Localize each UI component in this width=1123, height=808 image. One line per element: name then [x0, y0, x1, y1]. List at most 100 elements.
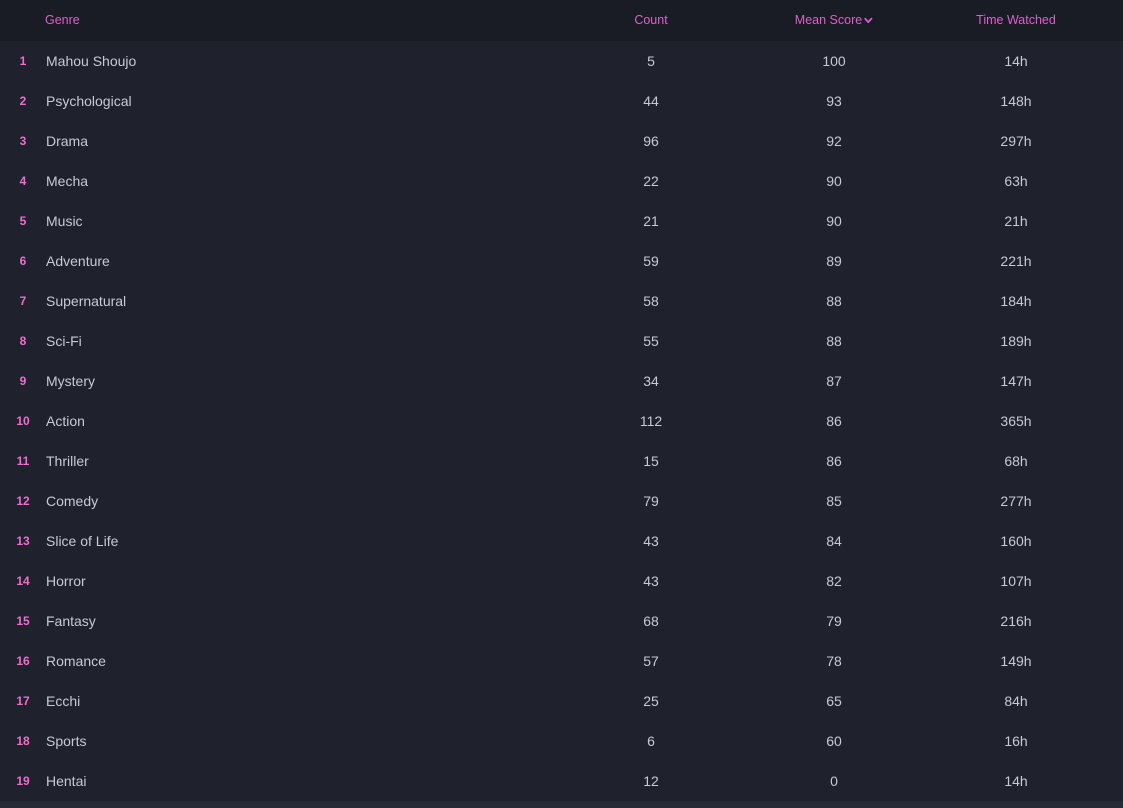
table-row[interactable]: 11 Thriller 15 86 68h — [0, 441, 1123, 481]
time-watched-value: 189h — [1000, 333, 1032, 349]
genre-name: Comedy — [46, 493, 99, 509]
rank-number: 17 — [16, 694, 30, 708]
rank-number: 13 — [16, 534, 30, 548]
table-row[interactable]: 18 Sports 6 60 16h — [0, 721, 1123, 761]
time-watched-value: 148h — [1000, 93, 1032, 109]
mean-score-value: 90 — [826, 173, 842, 189]
time-watched-value: 216h — [1000, 613, 1032, 629]
table-row[interactable]: 14 Horror 43 82 107h — [0, 561, 1123, 601]
table-row[interactable]: 19 Hentai 12 0 14h — [0, 761, 1123, 801]
count-value: 6 — [647, 733, 655, 749]
genre-name: Romance — [46, 653, 106, 669]
rank-number: 1 — [19, 54, 27, 68]
table-row[interactable]: 17 Ecchi 25 65 84h — [0, 681, 1123, 721]
table-row[interactable]: 2 Psychological 44 93 148h — [0, 81, 1123, 121]
genre-name: Adventure — [46, 253, 110, 269]
count-value: 5 — [647, 53, 655, 69]
rank-number: 5 — [19, 214, 27, 228]
count-value: 68 — [643, 613, 659, 629]
rank-number: 14 — [16, 574, 30, 588]
genre-name: Sci-Fi — [46, 333, 82, 349]
time-watched-value: 184h — [1000, 293, 1032, 309]
rank-number: 4 — [19, 174, 27, 188]
mean-score-value: 79 — [826, 613, 842, 629]
rank-number: 10 — [16, 414, 30, 428]
count-value: 112 — [639, 413, 663, 429]
table-row[interactable]: 8 Sci-Fi 55 88 189h — [0, 321, 1123, 361]
table-footer-divider — [0, 801, 1123, 808]
mean-score-value: 87 — [826, 373, 842, 389]
count-value: 34 — [643, 373, 659, 389]
rank-number: 12 — [16, 494, 30, 508]
mean-score-value: 60 — [826, 733, 842, 749]
count-value: 59 — [643, 253, 659, 269]
genre-name: Supernatural — [46, 293, 127, 309]
time-watched-value: 297h — [1000, 133, 1032, 149]
rank-number: 15 — [16, 614, 30, 628]
time-watched-value: 277h — [1000, 493, 1032, 509]
table-row[interactable]: 10 Action 112 86 365h — [0, 401, 1123, 441]
genre-name: Sports — [46, 733, 87, 749]
time-watched-value: 84h — [1004, 693, 1028, 709]
count-value: 25 — [643, 693, 659, 709]
column-header-time-watched[interactable]: Time Watched — [976, 0, 1056, 41]
rank-number: 8 — [19, 334, 27, 348]
count-value: 44 — [643, 93, 659, 109]
table-row[interactable]: 6 Adventure 59 89 221h — [0, 241, 1123, 281]
genre-stats-table: Genre Count Mean Score Time Watched 1 Mah… — [0, 0, 1123, 808]
column-header-mean-score[interactable]: Mean Score — [795, 0, 873, 41]
rank-number: 18 — [16, 734, 30, 748]
chevron-down-icon — [864, 17, 873, 24]
mean-score-value: 0 — [830, 773, 838, 789]
genre-name: Mahou Shoujo — [46, 53, 137, 69]
table-row[interactable]: 3 Drama 96 92 297h — [0, 121, 1123, 161]
table-row[interactable]: 1 Mahou Shoujo 5 100 14h — [0, 41, 1123, 81]
time-watched-value: 14h — [1004, 53, 1028, 69]
genre-name: Ecchi — [46, 693, 81, 709]
table-row[interactable]: 13 Slice of Life 43 84 160h — [0, 521, 1123, 561]
count-value: 15 — [643, 453, 659, 469]
time-watched-value: 107h — [1000, 573, 1032, 589]
time-watched-value: 365h — [1000, 413, 1032, 429]
mean-score-value: 65 — [826, 693, 842, 709]
column-header-genre[interactable]: Genre — [45, 0, 80, 41]
mean-score-value: 90 — [826, 213, 842, 229]
table-row[interactable]: 15 Fantasy 68 79 216h — [0, 601, 1123, 641]
table-row[interactable]: 9 Mystery 34 87 147h — [0, 361, 1123, 401]
time-watched-value: 147h — [1000, 373, 1032, 389]
table-row[interactable]: 12 Comedy 79 85 277h — [0, 481, 1123, 521]
table-row[interactable]: 4 Mecha 22 90 63h — [0, 161, 1123, 201]
genre-name: Mecha — [46, 173, 89, 189]
rank-number: 2 — [19, 94, 27, 108]
mean-score-value: 82 — [826, 573, 842, 589]
rank-number: 16 — [16, 654, 30, 668]
genre-name: Music — [46, 213, 83, 229]
genre-name: Thriller — [46, 453, 89, 469]
table-row[interactable]: 7 Supernatural 58 88 184h — [0, 281, 1123, 321]
count-value: 96 — [643, 133, 659, 149]
time-watched-value: 221h — [1000, 253, 1032, 269]
genre-name: Drama — [46, 133, 89, 149]
rank-number: 6 — [19, 254, 27, 268]
genre-name: Fantasy — [46, 613, 96, 629]
mean-score-value: 84 — [826, 533, 842, 549]
mean-score-value: 93 — [826, 93, 842, 109]
time-watched-value: 14h — [1004, 773, 1028, 789]
genre-name: Action — [46, 413, 85, 429]
mean-score-value: 86 — [826, 413, 842, 429]
mean-score-value: 85 — [826, 493, 842, 509]
mean-score-value: 88 — [826, 333, 842, 349]
table-row[interactable]: 16 Romance 57 78 149h — [0, 641, 1123, 681]
table-row[interactable]: 5 Music 21 90 21h — [0, 201, 1123, 241]
column-header-count[interactable]: Count — [634, 0, 667, 41]
rank-number: 9 — [19, 374, 27, 388]
rank-number: 7 — [19, 294, 27, 308]
count-value: 21 — [643, 213, 659, 229]
mean-score-value: 92 — [826, 133, 842, 149]
mean-score-value: 78 — [826, 653, 842, 669]
time-watched-value: 160h — [1000, 533, 1032, 549]
table-header: Genre Count Mean Score Time Watched — [0, 0, 1123, 41]
count-value: 79 — [643, 493, 659, 509]
genre-name: Horror — [46, 573, 86, 589]
count-value: 57 — [643, 653, 659, 669]
